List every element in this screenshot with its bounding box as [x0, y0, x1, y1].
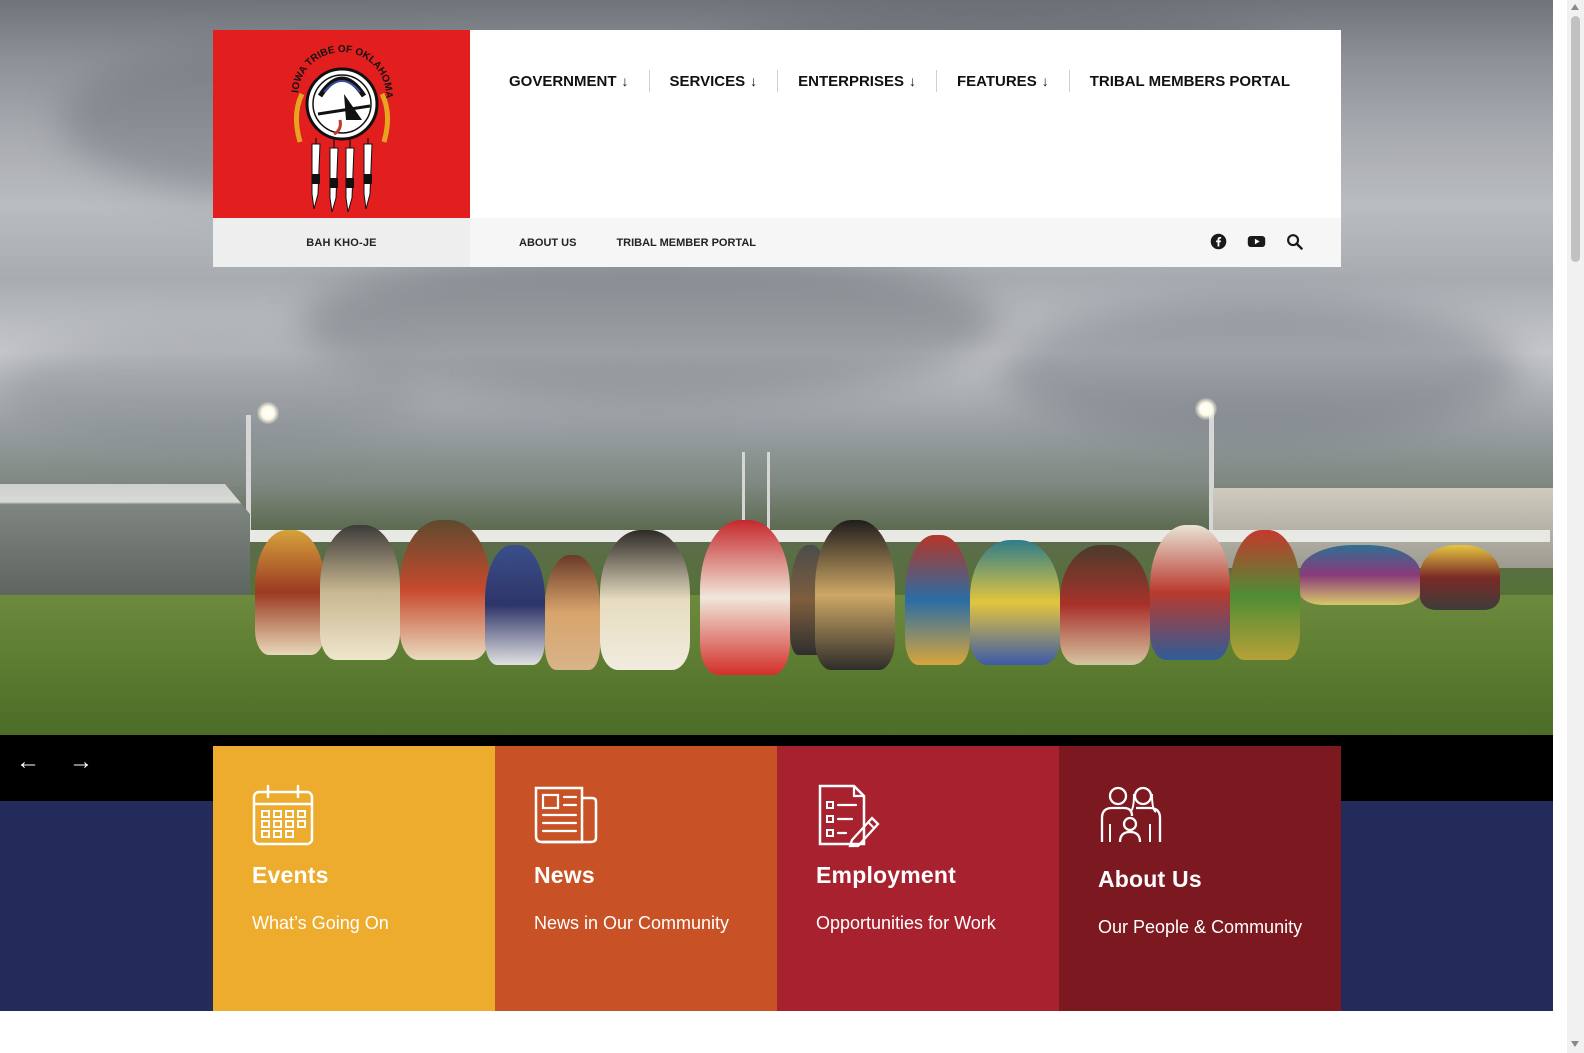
newspaper-icon — [534, 786, 598, 844]
scroll-up-arrow-icon[interactable] — [1571, 4, 1579, 10]
nav-item-label: FEATURES — [956, 72, 1037, 90]
utility-bar: ABOUT US TRIBAL MEMBER PORTAL — [470, 218, 1341, 267]
util-link-about-us[interactable]: ABOUT US — [519, 237, 576, 249]
card-title: Employment — [816, 862, 957, 888]
card-subtitle: News in Our Community — [534, 913, 730, 933]
dropdown-arrow-icon: ↓ — [621, 73, 629, 89]
youtube-icon[interactable] — [1247, 233, 1266, 250]
calendar-icon — [252, 784, 314, 846]
card-title: News — [534, 862, 595, 888]
card-news[interactable]: News News in Our Community — [495, 746, 777, 1011]
nav-item-label: TRIBAL MEMBERS PORTAL — [1089, 72, 1290, 90]
page-scrollbar[interactable] — [1567, 0, 1584, 1053]
nav-item-services[interactable]: SERVICES ↓ — [648, 70, 778, 92]
people-icon — [1100, 786, 1162, 843]
facebook-icon[interactable] — [1210, 233, 1227, 250]
slider-next-button[interactable]: → — [69, 748, 93, 776]
tribal-seal-logo: IOWA TRIBE OF OKLAHOMA — [290, 44, 394, 213]
dropdown-arrow-icon: ↓ — [750, 73, 758, 89]
search-icon[interactable] — [1286, 233, 1303, 250]
nav-item-enterprises[interactable]: ENTERPRISES ↓ — [777, 70, 936, 92]
dropdown-arrow-icon: ↓ — [1041, 73, 1049, 89]
card-subtitle: Our People & Community — [1098, 917, 1303, 937]
nav-item-label: SERVICES — [669, 72, 746, 90]
card-employment[interactable]: Employment Opportunities for Work — [777, 746, 1059, 1011]
nav-item-features[interactable]: FEATURES ↓ — [935, 70, 1069, 92]
site-tagline: BAH KHO-JE — [213, 218, 470, 267]
card-about-us[interactable]: About Us Our People & Community — [1059, 746, 1341, 1011]
primary-navigation: GOVERNMENT ↓ SERVICES ↓ ENTERPRISES ↓ FE… — [470, 30, 1341, 218]
card-title: Events — [252, 862, 329, 888]
util-link-tribal-member-portal[interactable]: TRIBAL MEMBER PORTAL — [616, 237, 756, 249]
card-title: About Us — [1098, 866, 1202, 892]
scroll-down-arrow-icon[interactable] — [1571, 1041, 1579, 1047]
card-subtitle: What’s Going On — [252, 913, 389, 933]
site-logo[interactable]: IOWA TRIBE OF OKLAHOMA — [213, 30, 470, 218]
nav-item-tribal-members-portal[interactable]: TRIBAL MEMBERS PORTAL — [1068, 70, 1310, 92]
dropdown-arrow-icon: ↓ — [908, 73, 916, 89]
card-subtitle: Opportunities for Work — [816, 913, 996, 933]
checklist-icon — [818, 784, 880, 848]
scrollbar-thumb[interactable] — [1571, 16, 1580, 262]
card-events[interactable]: Events What’s Going On — [213, 746, 495, 1011]
nav-item-government[interactable]: GOVERNMENT ↓ — [509, 70, 649, 92]
nav-item-label: ENTERPRISES — [798, 72, 904, 90]
nav-item-label: GOVERNMENT — [509, 72, 617, 90]
slider-prev-button[interactable]: ← — [16, 748, 40, 776]
